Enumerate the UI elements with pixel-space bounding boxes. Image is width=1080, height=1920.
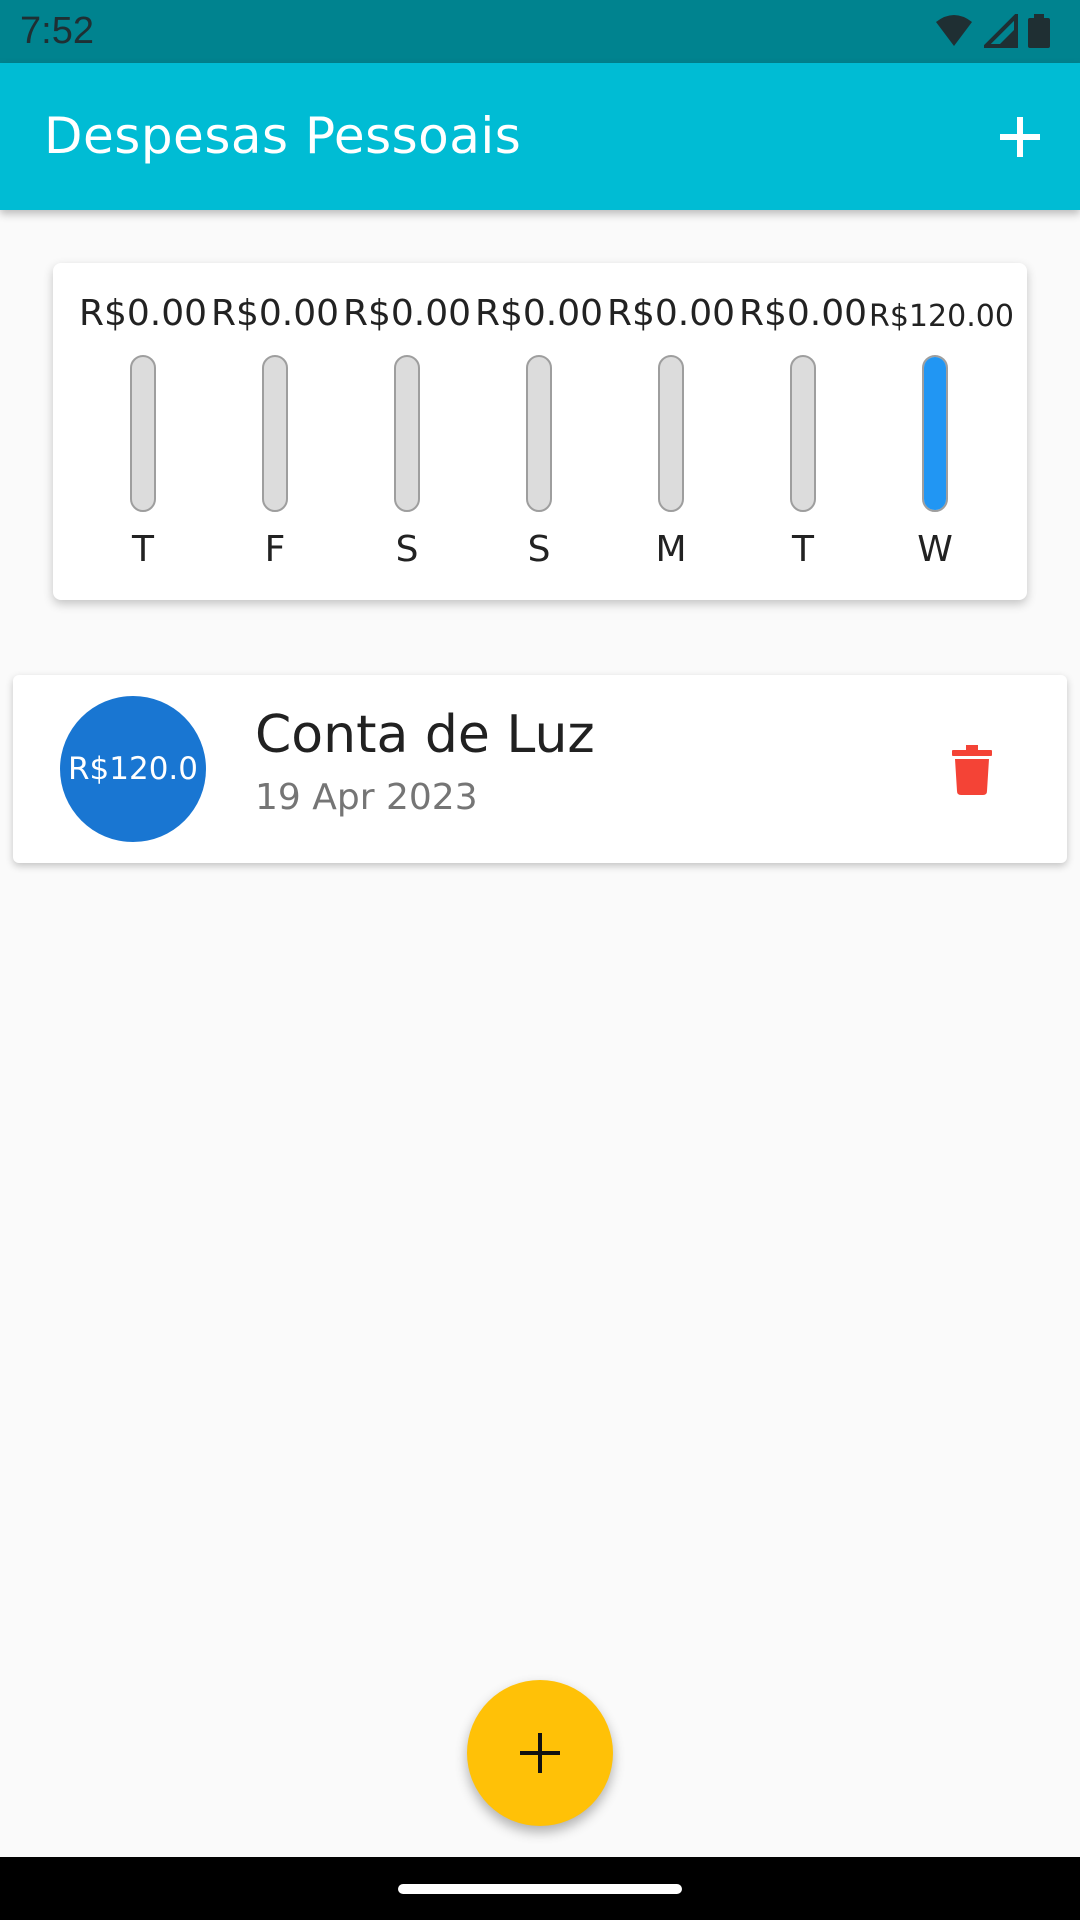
- chart-column: R$120.00 W: [869, 263, 1014, 600]
- cell-signal-icon: [981, 11, 1018, 52]
- chart-day-label: S: [395, 529, 419, 570]
- chart-column: R$0.00 M: [605, 263, 737, 600]
- battery-icon: [1028, 14, 1050, 52]
- trash-icon: [952, 745, 992, 795]
- chart-column: R$0.00 T: [77, 263, 209, 600]
- status-time: 7:52: [20, 10, 94, 52]
- chart-value-label: R$0.00: [210, 293, 340, 334]
- add-fab-button[interactable]: [467, 1680, 613, 1826]
- chart-column: R$0.00 F: [209, 263, 341, 600]
- chart-day-label: W: [917, 529, 953, 570]
- home-gesture-handle[interactable]: [398, 1884, 682, 1894]
- transaction-amount: R$120.0: [67, 751, 198, 787]
- chart-day-label: S: [527, 529, 551, 570]
- chart-day-label: T: [132, 529, 154, 570]
- chart-bar-track: [394, 355, 420, 512]
- chart-column: R$0.00 S: [341, 263, 473, 600]
- chart-value-label: R$0.00: [342, 293, 472, 334]
- app-bar: Despesas Pessoais: [0, 63, 1080, 210]
- chart-value-label: R$0.00: [738, 293, 868, 334]
- chart-bar-track: [526, 355, 552, 512]
- chart-bar-track: [790, 355, 816, 512]
- amount-avatar: R$120.0: [60, 696, 206, 842]
- chart-day-label: F: [264, 529, 286, 570]
- chart-bar-track: [658, 355, 684, 512]
- weekly-chart: R$0.00 T R$0.00 F R$0.00 S R$0.00 S R$0.00 M R$0.0…: [53, 263, 1027, 600]
- transaction-title: Conta de Luz: [255, 705, 595, 765]
- add-expense-button[interactable]: [984, 101, 1056, 173]
- app-title: Despesas Pessoais: [44, 107, 522, 165]
- chart-value-label: R$0.00: [606, 293, 736, 334]
- chart-value-label: R$0.00: [78, 293, 208, 334]
- navigation-bar: [0, 1857, 1080, 1920]
- chart-day-label: M: [655, 529, 687, 570]
- status-bar: 7:52: [0, 0, 1080, 63]
- status-icons: [934, 11, 1050, 52]
- chart-value-label: R$120.00: [869, 299, 1014, 334]
- delete-button[interactable]: [937, 735, 1007, 805]
- chart-column: R$0.00 S: [473, 263, 605, 600]
- chart-day-label: T: [792, 529, 814, 570]
- list-item: R$120.0 Conta de Luz 19 Apr 2023: [13, 675, 1067, 863]
- plus-icon: [1000, 117, 1040, 157]
- chart-bar-track: [922, 355, 948, 512]
- transaction-date: 19 Apr 2023: [255, 777, 478, 818]
- chart-column: R$0.00 T: [737, 263, 869, 600]
- plus-icon: [520, 1733, 560, 1773]
- chart-bar: [924, 357, 946, 510]
- chart-value-label: R$0.00: [474, 293, 604, 334]
- chart-bar-track: [130, 355, 156, 512]
- chart-bar-track: [262, 355, 288, 512]
- wifi-icon: [934, 14, 974, 52]
